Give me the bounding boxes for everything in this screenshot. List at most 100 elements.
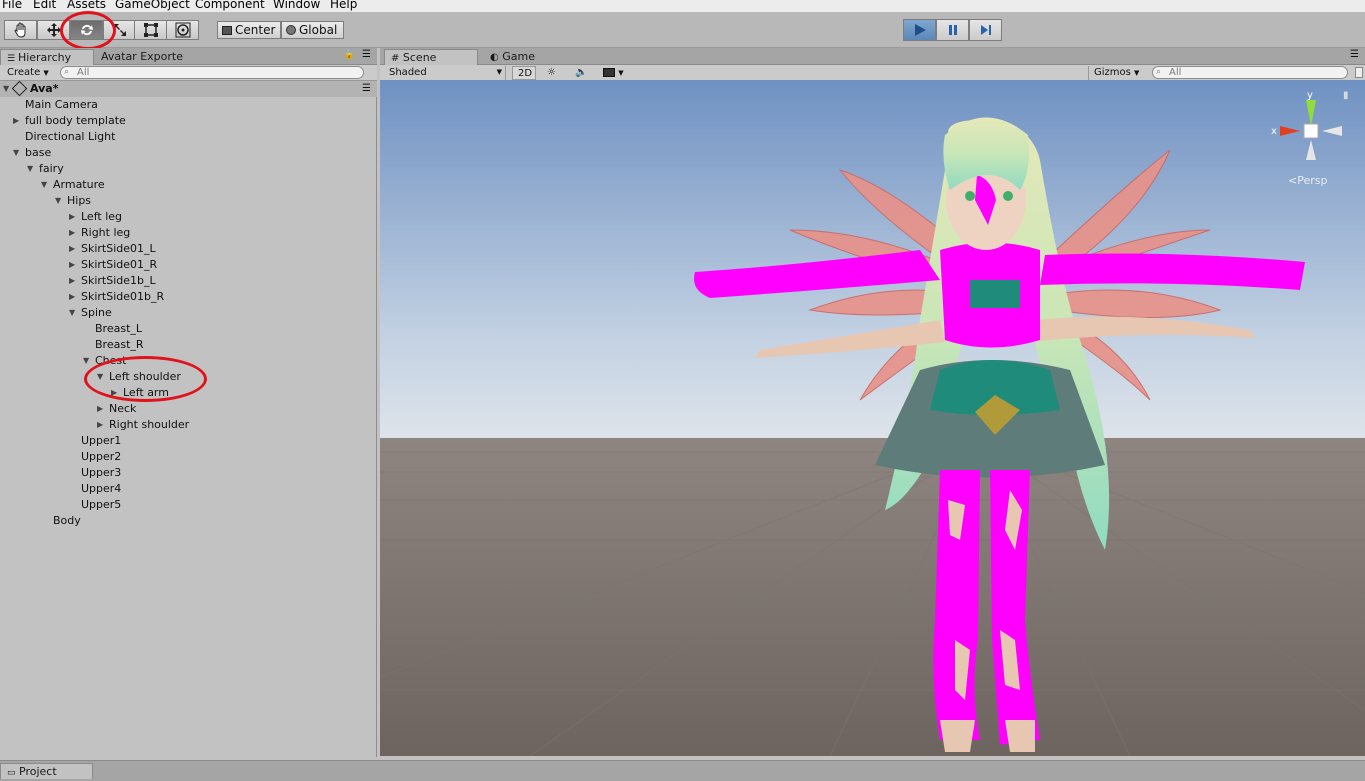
dropdown-arrow-icon: ▼ xyxy=(618,69,624,77)
create-dropdown[interactable]: Create ▼ xyxy=(2,66,54,80)
tree-row-armature[interactable]: ▼ Armature xyxy=(0,177,377,193)
collapsed-arrow-icon[interactable]: ▶ xyxy=(97,401,107,417)
lighting-toggle[interactable]: ☼ xyxy=(542,66,564,80)
tree-row-fairy[interactable]: ▼ fairy xyxy=(0,161,377,177)
scale-tool-button[interactable] xyxy=(103,20,136,40)
hand-tool-button[interactable] xyxy=(4,20,37,40)
menu-window[interactable]: Window xyxy=(273,0,320,11)
tree-row-right-leg[interactable]: ▶ Right leg xyxy=(0,225,377,241)
tab-hierarchy[interactable]: ☰ Hierarchy xyxy=(0,49,94,65)
tree-row-upper1[interactable]: Upper1 xyxy=(0,433,377,449)
transform-tool-button[interactable] xyxy=(166,20,199,40)
projection-label[interactable]: <Persp xyxy=(1288,174,1327,187)
collapsed-arrow-icon[interactable]: ▶ xyxy=(69,273,79,289)
expand-arrow-icon[interactable]: ▼ xyxy=(27,161,37,177)
tab-game[interactable]: ◐ Game xyxy=(484,49,554,65)
collapsed-arrow-icon[interactable]: ▶ xyxy=(69,257,79,273)
tree-row-breast-l[interactable]: Breast_L xyxy=(0,321,377,337)
move-tool-button[interactable] xyxy=(37,20,70,40)
tree-row-neck[interactable]: ▶ Neck xyxy=(0,401,377,417)
persp-icon: < xyxy=(1288,174,1297,187)
tree-row-full-body-template[interactable]: ▶ full body template xyxy=(0,113,377,129)
menu-file[interactable]: File xyxy=(2,0,22,11)
collapsed-arrow-icon[interactable]: ▶ xyxy=(69,289,79,305)
collapsed-arrow-icon[interactable]: ▶ xyxy=(13,113,23,129)
scrollbar-handle[interactable] xyxy=(1355,67,1363,78)
expand-arrow-icon[interactable]: ▼ xyxy=(97,369,107,385)
collapsed-arrow-icon[interactable]: ▶ xyxy=(69,209,79,225)
tree-row-base[interactable]: ▼ base xyxy=(0,145,377,161)
expand-arrow-icon[interactable]: ▼ xyxy=(69,305,79,321)
tree-row-directional-light[interactable]: Directional Light xyxy=(0,129,377,145)
search-icon: ⌕ xyxy=(64,67,70,77)
rect-tool-button[interactable] xyxy=(134,20,167,40)
play-button[interactable] xyxy=(903,19,936,41)
collapsed-arrow-icon[interactable]: ▶ xyxy=(97,417,107,433)
collapsed-arrow-icon[interactable]: ▶ xyxy=(111,385,121,401)
expand-arrow-icon[interactable]: ▼ xyxy=(41,177,51,193)
tree-row-skirtside1b-l[interactable]: ▶ SkirtSide1b_L xyxy=(0,273,377,289)
scene-viewport[interactable]: y x <Persp ▮ xyxy=(380,80,1365,756)
search-icon: ⌕ xyxy=(1156,67,1162,77)
pivot-center-toggle[interactable]: Center xyxy=(217,21,281,39)
toggle-2d-button[interactable]: 2D xyxy=(512,66,536,80)
hierarchy-search-input[interactable]: ⌕ All xyxy=(60,66,364,79)
panel-menu-icon[interactable]: ☰ xyxy=(1350,49,1359,60)
panel-menu-icon[interactable]: ☰ xyxy=(362,49,371,60)
gizmo-lock-icon[interactable]: ▮ xyxy=(1343,90,1349,101)
tree-row-skirtside01-l[interactable]: ▶ SkirtSide01_L xyxy=(0,241,377,257)
menu-help[interactable]: Help xyxy=(330,0,357,11)
tree-row-chest[interactable]: ▼ Chest xyxy=(0,353,377,369)
tree-row-upper3[interactable]: Upper3 xyxy=(0,465,377,481)
rotate-tool-button[interactable] xyxy=(70,20,103,40)
lock-icon[interactable]: 🔒 xyxy=(344,50,355,60)
rect-icon xyxy=(143,23,158,37)
right-eye xyxy=(1003,191,1013,201)
collapsed-arrow-icon[interactable]: ▶ xyxy=(69,241,79,257)
menu-gameobject[interactable]: GameObject xyxy=(115,0,190,11)
tree-row-left-shoulder[interactable]: ▼ Left shoulder xyxy=(0,369,377,385)
chest-panel xyxy=(970,280,1020,308)
scene-menu-icon[interactable]: ☰ xyxy=(362,81,371,97)
collapsed-arrow-icon[interactable]: ▶ xyxy=(69,225,79,241)
tree-row-upper2[interactable]: Upper2 xyxy=(0,449,377,465)
audio-toggle[interactable]: 🔈 xyxy=(570,66,592,80)
gizmo-y-label: y xyxy=(1307,90,1313,101)
tree-row-skirtside01b-r[interactable]: ▶ SkirtSide01b_R xyxy=(0,289,377,305)
tree-row-left-arm[interactable]: ▶ Left arm xyxy=(0,385,377,401)
tree-row-main-camera[interactable]: Main Camera xyxy=(0,97,377,113)
expand-arrow-icon[interactable]: ▼ xyxy=(83,353,93,369)
tree-row-left-leg[interactable]: ▶ Left leg xyxy=(0,209,377,225)
tree-row-right-shoulder[interactable]: ▶ Right shoulder xyxy=(0,417,377,433)
hierarchy-panel: ☰ Hierarchy Avatar Exporte 🔒 ☰ Create ▼ … xyxy=(0,48,377,757)
menu-edit[interactable]: Edit xyxy=(33,0,56,11)
scene-name-label: Ava* xyxy=(30,82,59,95)
folder-icon: ▭ xyxy=(7,768,16,778)
tree-row-breast-r[interactable]: Breast_R xyxy=(0,337,377,353)
menu-component[interactable]: Component xyxy=(195,0,265,11)
shading-mode-dropdown[interactable]: Shaded ▼ xyxy=(384,66,506,80)
pause-button[interactable] xyxy=(936,19,969,41)
tab-project[interactable]: ▭ Project xyxy=(0,763,93,779)
tree-row-spine[interactable]: ▼ Spine xyxy=(0,305,377,321)
gizmo-x-label: x xyxy=(1271,126,1277,137)
tree-row-body[interactable]: Body xyxy=(0,513,377,529)
rotate-icon xyxy=(80,24,93,36)
tree-row-hips[interactable]: ▼ Hips xyxy=(0,193,377,209)
tree-row-upper5[interactable]: Upper5 xyxy=(0,497,377,513)
tree-row-upper4[interactable]: Upper4 xyxy=(0,481,377,497)
gizmos-dropdown[interactable]: Gizmos ▼ xyxy=(1088,66,1146,80)
tree-row-skirtside01-r[interactable]: ▶ SkirtSide01_R xyxy=(0,257,377,273)
tab-scene[interactable]: # Scene xyxy=(384,49,478,65)
menu-assets[interactable]: Assets xyxy=(67,0,106,11)
scene-search-input[interactable]: ⌕ All xyxy=(1152,66,1348,79)
gizmo-center-cube[interactable] xyxy=(1303,123,1319,139)
tab-avatar-exporter[interactable]: Avatar Exporte xyxy=(95,49,195,65)
expand-arrow-icon[interactable]: ▼ xyxy=(55,193,65,209)
scene-root-row[interactable]: ▼ Ava* ☰ xyxy=(0,80,377,97)
effects-dropdown[interactable]: ▼ xyxy=(598,66,630,80)
pivot-space-toggle[interactable]: Global xyxy=(281,21,344,39)
expand-arrow-icon[interactable]: ▼ xyxy=(13,145,23,161)
step-button[interactable] xyxy=(969,19,1002,41)
image-icon xyxy=(603,67,615,77)
